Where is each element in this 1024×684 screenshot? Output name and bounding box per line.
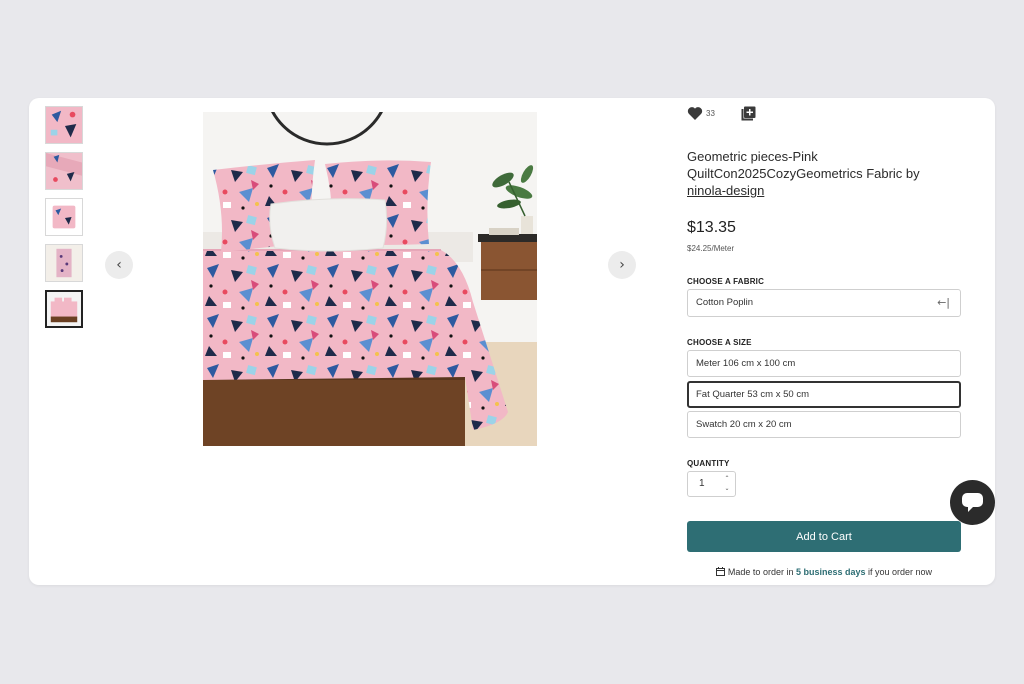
fabric-select[interactable]: Cotton Poplin ←| (687, 289, 961, 317)
previous-image-button[interactable]: ‹ (105, 251, 133, 279)
size-option-meter[interactable]: Meter 106 cm x 100 cm (687, 350, 961, 377)
product-details-panel: 33 Geometric pieces-Pink QuiltCon2025Coz… (687, 98, 962, 585)
size-option-swatch[interactable]: Swatch 20 cm x 20 cm (687, 411, 961, 438)
quantity-stepper[interactable]: 1 ⌃ ⌄ (687, 471, 736, 497)
duvet-bedroom-illustration (203, 112, 537, 446)
product-actions: 33 (687, 106, 756, 121)
stepper-controls[interactable]: ⌃ ⌄ (723, 474, 731, 494)
quantity-value: 1 (699, 478, 705, 489)
designer-link[interactable]: ninola-design (687, 183, 764, 198)
product-card: ‹ › 33 Geometric pieces-Pink QuiltCon202… (29, 98, 995, 585)
heart-icon[interactable] (687, 106, 703, 121)
chevron-up-icon[interactable]: ⌃ (723, 474, 731, 484)
fabric-selected-value: Cotton Poplin (696, 297, 754, 308)
thumbnail-pillow[interactable] (45, 198, 83, 236)
calendar-icon (715, 567, 725, 576)
unit-price: $24.25/Meter (687, 244, 735, 253)
main-product-image (203, 112, 537, 446)
chat-button[interactable] (950, 480, 995, 525)
thumbnail-swatch[interactable] (45, 106, 83, 144)
quantity-label: QUANTITY (687, 459, 730, 468)
made-prefix: Made to order in (727, 567, 796, 577)
thumbnail-fabric-fold[interactable] (45, 152, 83, 190)
fabric-label: CHOOSE A FABRIC (687, 277, 765, 286)
product-title: Geometric pieces-Pink QuiltCon2025CozyGe… (687, 148, 962, 199)
add-to-cart-button[interactable]: Add to Cart (687, 521, 961, 552)
made-to-order-note: Made to order in 5 business days if you … (687, 567, 961, 577)
made-suffix: if you order now (865, 567, 933, 577)
size-label: CHOOSE A SIZE (687, 338, 752, 347)
thumbnail-duvet-cover[interactable] (45, 290, 83, 328)
chevron-down-icon[interactable]: ⌄ (723, 484, 731, 494)
thumbnail-tea-towel[interactable] (45, 244, 83, 282)
product-title-line1: Geometric pieces-Pink (687, 149, 818, 164)
thumbnail-list (45, 106, 83, 336)
like-count: 33 (706, 109, 715, 118)
add-to-collection-icon[interactable] (741, 106, 756, 121)
product-price: $13.35 (687, 219, 736, 236)
next-image-button[interactable]: › (608, 251, 636, 279)
chat-bubble-icon (962, 493, 983, 512)
business-days: 5 business days (795, 567, 866, 577)
product-title-line2: QuiltCon2025CozyGeometrics Fabric by (687, 166, 920, 181)
size-option-fat-quarter[interactable]: Fat Quarter 53 cm x 50 cm (687, 381, 961, 408)
arrow-left-bar-icon: ←| (937, 296, 950, 309)
